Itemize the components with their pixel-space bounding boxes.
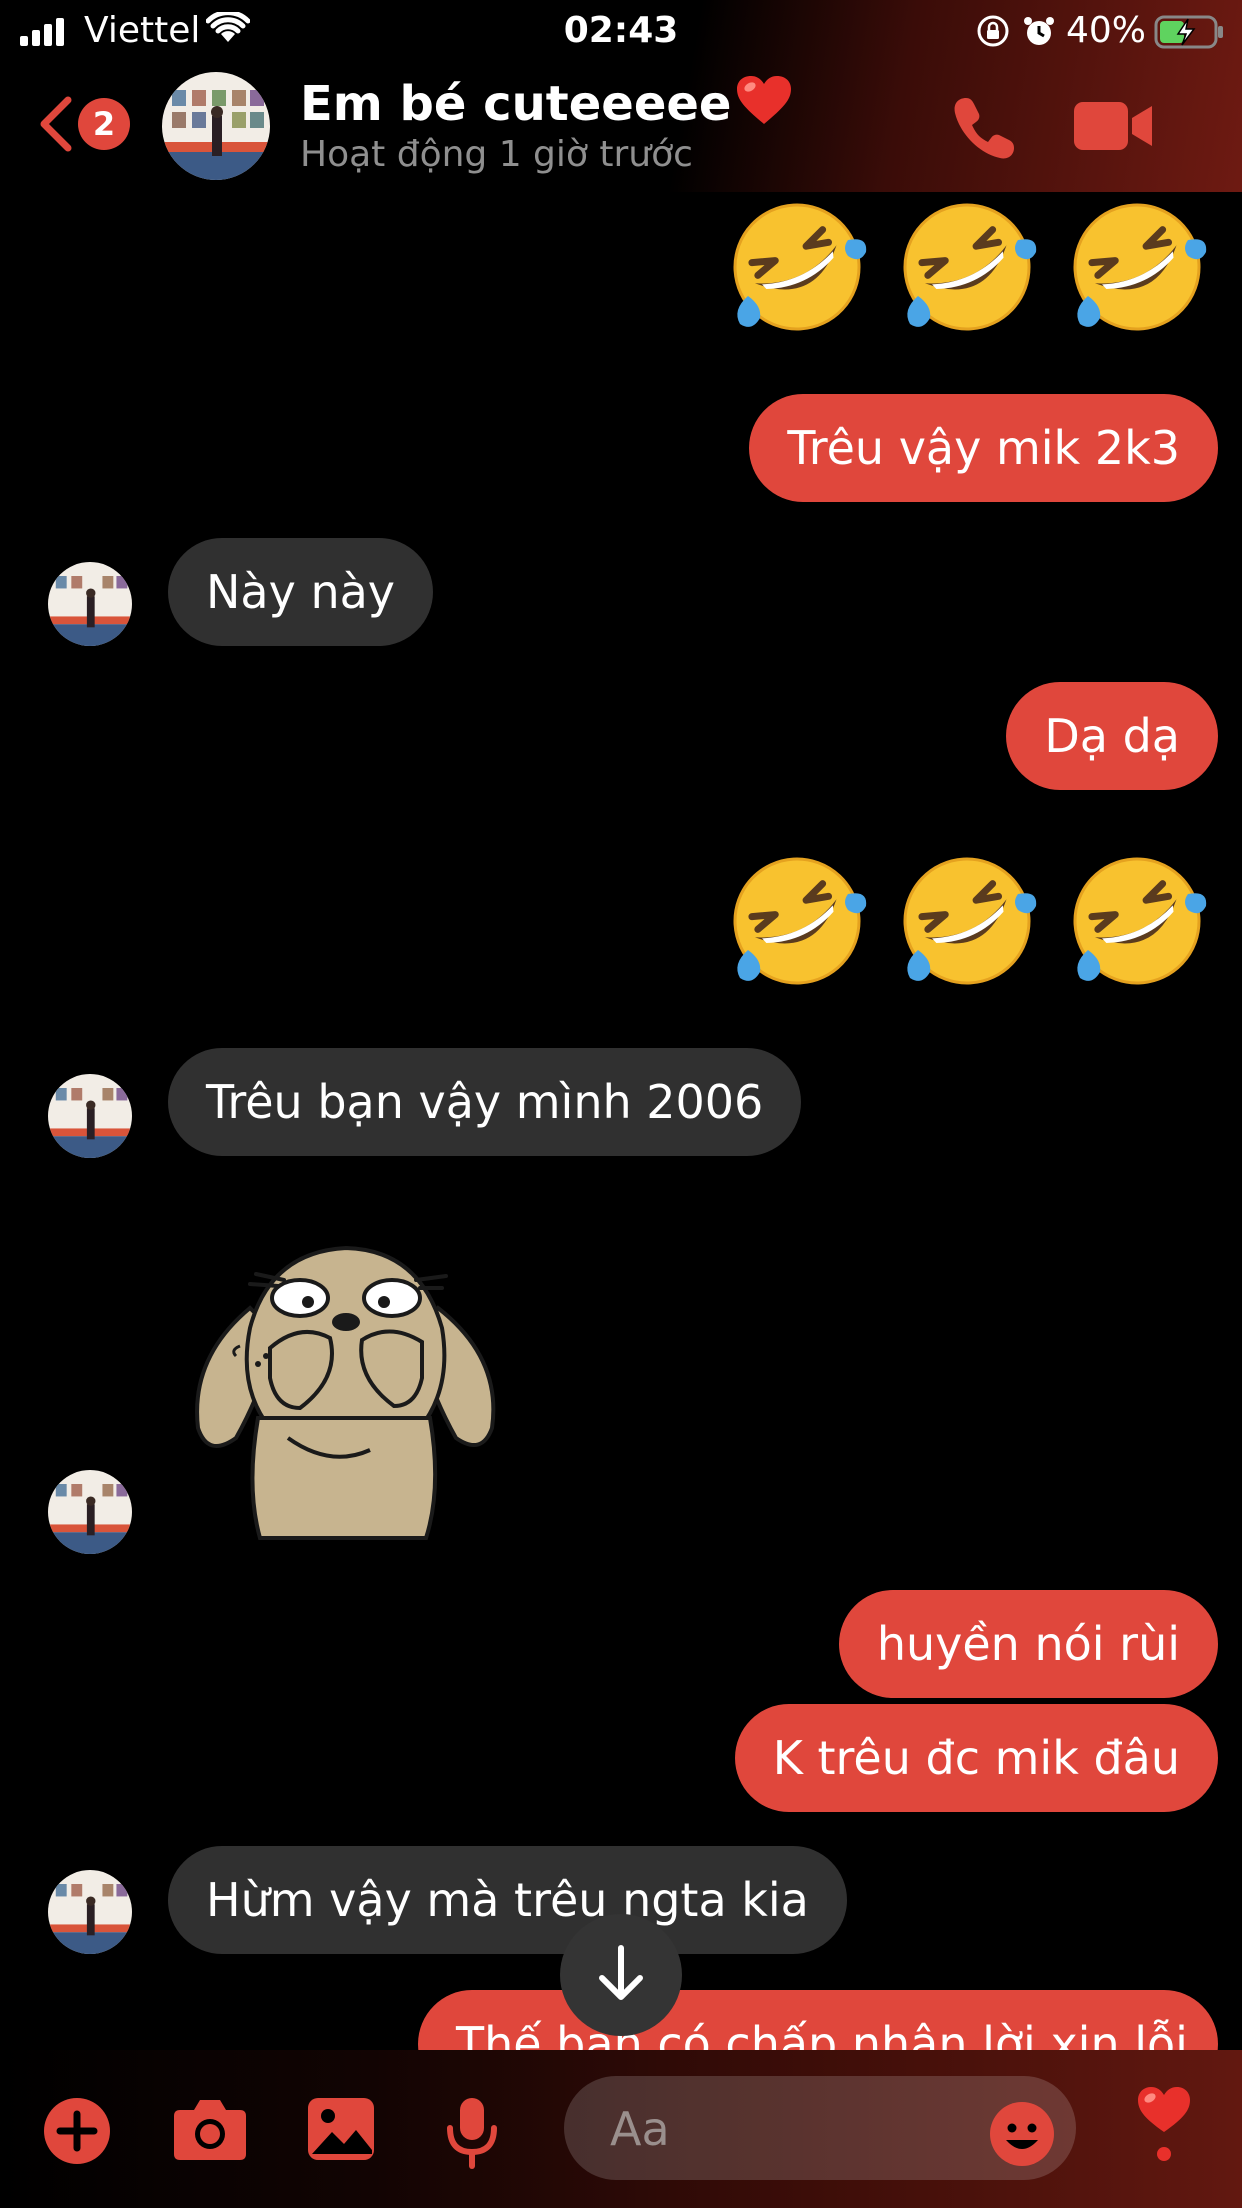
avatar[interactable] <box>48 1470 132 1554</box>
orientation-lock-icon <box>976 14 1010 57</box>
message-outgoing[interactable]: Dạ dạ <box>1006 682 1218 790</box>
arrow-down-icon <box>596 1944 646 2006</box>
video-call-button[interactable] <box>1072 98 1154 158</box>
avatar[interactable] <box>48 1870 132 1954</box>
contact-name[interactable]: Em bé cuteeeee <box>300 74 793 138</box>
microphone-icon <box>444 2098 500 2174</box>
contact-status: Hoạt động 1 giờ trước <box>300 134 693 175</box>
message-incoming[interactable]: Hừm vậy mà trêu ngta kia <box>168 1846 847 1954</box>
avatar[interactable] <box>48 562 132 646</box>
more-actions-button[interactable] <box>42 2096 112 2170</box>
message-composer: Aa <box>0 2050 1242 2208</box>
heart-icon <box>1134 2087 1194 2168</box>
plus-icon <box>42 2098 112 2170</box>
message-incoming[interactable]: Trêu bạn vậy mình 2006 <box>168 1048 802 1156</box>
voice-message-button[interactable] <box>444 2096 500 2174</box>
message-outgoing-emojis[interactable] <box>722 846 1212 996</box>
top-bar: Viettel 02:43 40% 2 Em bé cuteeeee Hoạt … <box>0 0 1242 192</box>
message-outgoing-emojis[interactable] <box>722 192 1212 342</box>
camera-icon <box>172 2100 248 2166</box>
avatar[interactable] <box>162 72 270 180</box>
status-bar: Viettel 02:43 40% <box>0 0 1242 62</box>
message-input-placeholder: Aa <box>610 2102 670 2156</box>
sticker-shy-dog-icon <box>195 1245 496 1540</box>
send-heart-button[interactable] <box>1134 2084 1194 2168</box>
unread-badge: 2 <box>78 98 130 150</box>
camera-button[interactable] <box>172 2096 248 2166</box>
image-icon <box>306 2098 376 2166</box>
video-camera-icon <box>1072 102 1154 158</box>
message-incoming[interactable]: Này này <box>168 538 434 646</box>
sticker-message[interactable] <box>180 1238 510 1552</box>
message-input[interactable]: Aa <box>564 2076 1076 2180</box>
chat-screen: Viettel 02:43 40% 2 Em bé cuteeeee Hoạt … <box>0 0 1242 2208</box>
alarm-icon <box>1022 14 1056 57</box>
message-outgoing[interactable]: huyền nói rùi <box>838 1590 1218 1698</box>
phone-icon <box>948 98 1020 168</box>
rofl-emoji-icon <box>903 857 1037 985</box>
message-outgoing[interactable]: Trêu vậy mik 2k3 <box>749 394 1218 502</box>
battery-percent: 40% <box>1066 10 1147 51</box>
avatar[interactable] <box>48 1074 132 1158</box>
rofl-emoji-icon <box>733 857 867 985</box>
heart-emoji-icon <box>735 74 793 138</box>
back-chevron-icon <box>36 94 76 158</box>
battery-icon <box>1154 14 1226 59</box>
scroll-to-bottom-button[interactable] <box>560 1914 682 2036</box>
smiley-icon[interactable] <box>988 2100 1056 2172</box>
message-outgoing[interactable]: K trêu đc mik đâu <box>734 1704 1218 1812</box>
phone-call-button[interactable] <box>948 92 1020 168</box>
rofl-emoji-icon <box>733 203 867 331</box>
chat-header: 2 Em bé cuteeeee Hoạt động 1 giờ trước <box>0 62 1242 192</box>
gallery-button[interactable] <box>306 2096 376 2166</box>
rofl-emoji-icon <box>903 203 1037 331</box>
rofl-emoji-icon <box>1073 857 1207 985</box>
back-button[interactable]: 2 <box>36 90 136 160</box>
rofl-emoji-icon <box>1073 203 1207 331</box>
